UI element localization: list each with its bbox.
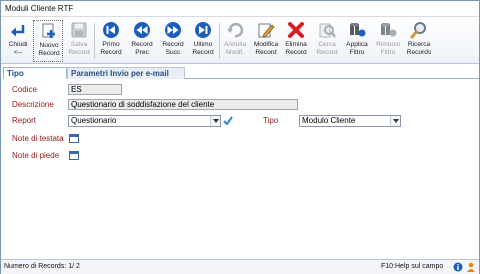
search-records-button-label: Ricerca Records — [406, 41, 432, 56]
title-bar: Moduli Cliente RTF — [1, 1, 479, 17]
note-testata-label: Note di testata — [12, 134, 64, 143]
descrizione-field[interactable]: Questionario di soddisfazione del client… — [68, 99, 298, 110]
save-button-label: Salva Record — [68, 41, 90, 56]
new-record-icon — [42, 23, 55, 38]
delete-icon — [288, 22, 304, 38]
window-title: Moduli Cliente RTF — [5, 4, 74, 13]
info-icon[interactable] — [453, 262, 463, 272]
back-arrow-icon — [11, 25, 25, 37]
tipo-select[interactable]: Modulo Cliente — [299, 115, 401, 127]
first-record-button[interactable]: Primo Record — [96, 20, 126, 62]
search-records-button[interactable]: Ricerca Records — [404, 20, 434, 62]
magnifier-icon — [410, 22, 426, 39]
app-window: Moduli Cliente RTF Chiudi <-- Nuovo Reco… — [0, 0, 480, 274]
checkmark-icon[interactable] — [223, 116, 233, 126]
last-record-icon — [195, 22, 211, 38]
tab-strip: Tipo Campione Parametri Invio per e-mail — [3, 67, 479, 89]
first-record-icon — [103, 22, 119, 38]
toolbar: Chiudi <-- Nuovo Record Salva Record Pri… — [1, 18, 479, 64]
form-panel: Codice ES Descrizione Questionario di so… — [3, 79, 479, 257]
tipo-select-value: Modulo Cliente — [302, 116, 356, 125]
remove-filter-button[interactable]: Rimuovi Filtro — [373, 20, 403, 62]
undo-button[interactable]: Annulla Modif. — [220, 20, 250, 62]
undo-icon — [227, 22, 244, 38]
edit-record-button[interactable]: Modifica Record — [251, 20, 281, 62]
tab-parametri-email[interactable]: Parametri Invio per e-mail — [67, 67, 185, 79]
edit-record-icon — [258, 23, 275, 38]
note-piede-button[interactable] — [69, 151, 79, 160]
search-record-icon — [319, 23, 336, 38]
last-record-button-label: Ultimo Record — [192, 41, 214, 56]
previous-record-button[interactable]: Record Prec — [127, 20, 157, 62]
tipo-label: Tipo — [263, 116, 279, 125]
save-icon — [71, 22, 87, 38]
report-label: Report — [12, 116, 37, 125]
report-select[interactable]: Questionario — [68, 115, 221, 127]
chevron-down-icon[interactable] — [390, 116, 400, 126]
new-record-button[interactable]: Nuovo Record — [33, 20, 63, 62]
next-record-icon — [165, 22, 181, 38]
note-piede-label: Note di piede — [12, 151, 60, 160]
record-count: Numero di Records: 1/ 2 — [4, 263, 80, 270]
help-hint: F10:Help sul campo — [381, 263, 444, 270]
last-record-button[interactable]: Ultimo Record — [188, 20, 218, 62]
tab-tipo-campione[interactable]: Tipo Campione — [3, 67, 67, 89]
codice-label: Codice — [12, 85, 37, 94]
remove-filter-icon — [381, 23, 397, 37]
previous-record-icon — [134, 22, 150, 38]
status-bar: Numero di Records: 1/ 2 F10:Help sul cam… — [1, 259, 479, 274]
descrizione-label: Descrizione — [12, 100, 54, 109]
close-button[interactable]: Chiudi <-- — [3, 20, 33, 62]
next-record-button[interactable]: Record Succ — [158, 20, 188, 62]
save-button[interactable]: Salva Record — [64, 20, 94, 62]
delete-record-button[interactable]: Elimina Record — [281, 20, 311, 62]
apply-filter-button[interactable]: Applica Filtro — [342, 20, 372, 62]
search-record-button[interactable]: Cerca Record — [312, 20, 342, 62]
codice-field[interactable]: ES — [68, 84, 122, 95]
note-testata-button[interactable] — [69, 134, 79, 143]
user-icon[interactable] — [466, 262, 476, 272]
filter-icon — [350, 23, 366, 37]
report-select-value: Questionario — [71, 116, 117, 125]
chevron-down-icon[interactable] — [210, 116, 220, 126]
